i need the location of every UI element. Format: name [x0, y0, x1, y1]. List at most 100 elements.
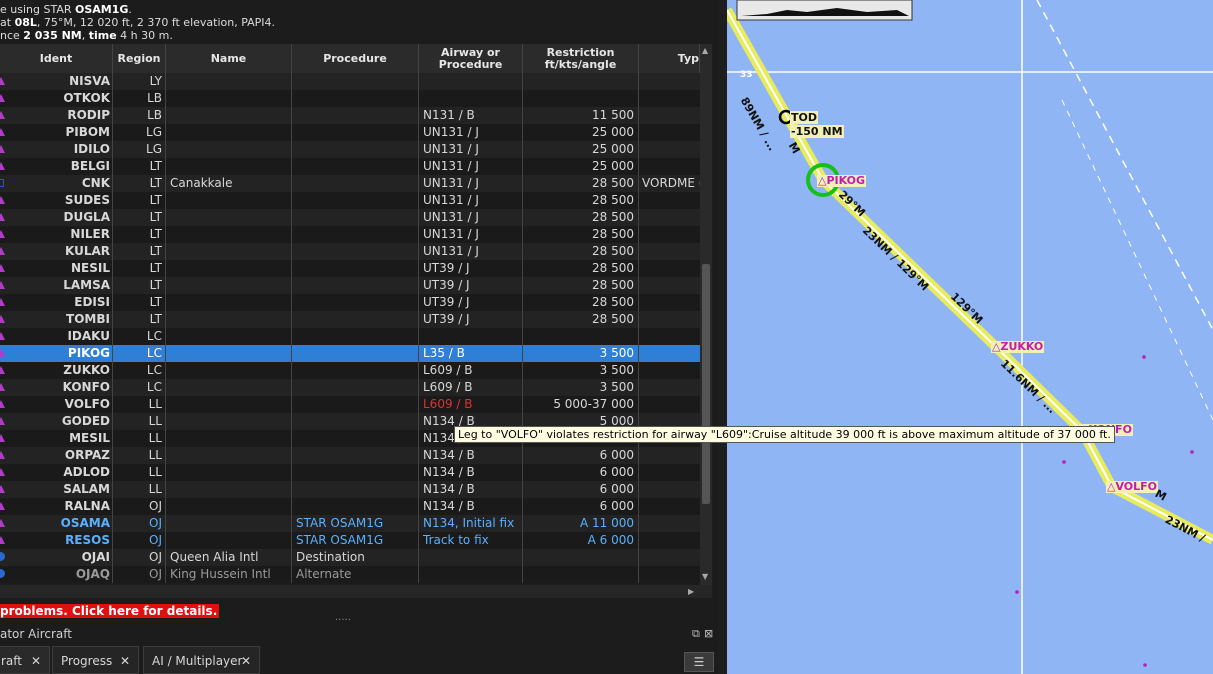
waypoint-icon — [0, 311, 8, 328]
restriction-cell: 28 500 — [523, 260, 639, 277]
table-row[interactable]: NILER LT UN131 / J 28 500 — [0, 226, 700, 243]
ident-cell: NILER — [8, 226, 113, 243]
ident-cell: CNK — [8, 175, 113, 192]
region-cell: LC — [113, 362, 166, 379]
table-row[interactable]: RESOS OJ STAR OSAM1G Track to fix A 6 000 — [0, 532, 700, 549]
scroll-down-icon[interactable]: ▼ — [702, 572, 708, 581]
table-row[interactable]: OSAMA OJ STAR OSAM1G N134, Initial fix A 11 … — [0, 515, 700, 532]
table-row[interactable]: PIBOM LG UN131 / J 25 000 — [0, 124, 700, 141]
error-banner[interactable]: problems. Click here for details. — [0, 604, 220, 618]
name-cell — [166, 209, 292, 226]
close-tab-icon[interactable]: ✕ — [31, 647, 41, 674]
column-header-name[interactable]: Name — [166, 44, 292, 73]
waypoint-icon — [0, 430, 8, 447]
waypoint-volfo[interactable]: △VOLFO — [1106, 481, 1159, 493]
table-row[interactable]: VOLFO LL L609 / B5 000-37 000 — [0, 396, 700, 413]
float-icon[interactable]: ⧉ — [692, 624, 700, 644]
table-row[interactable]: DUGLA LT UN131 / J 28 500 — [0, 209, 700, 226]
table-row[interactable]: SALAM LL N134 / B6 000 — [0, 481, 700, 498]
type-cell — [639, 124, 700, 141]
scroll-right-icon[interactable]: ▶ — [688, 585, 694, 598]
region-cell: LL — [113, 447, 166, 464]
close-tab-icon[interactable]: ✕ — [120, 647, 130, 674]
waypoint-icon — [0, 90, 8, 107]
name-cell — [166, 243, 292, 260]
ident-cell: EDISI — [8, 294, 113, 311]
table-row[interactable]: OJAQ OJ King Hussein Intl Alternate — [0, 566, 700, 583]
map-view[interactable]: 33 89NM / ... TOD -150 NM △PIKOG 29°M M … — [727, 0, 1213, 674]
column-header-restriction[interactable]: Restriction ft/kts/angle — [523, 44, 639, 73]
waypoint-icon — [0, 158, 8, 175]
table-row[interactable]: RALNA OJ N134 / B6 000 — [0, 498, 700, 515]
table-row[interactable]: IDILO LG UN131 / J 25 000 — [0, 141, 700, 158]
table-row[interactable]: ZUKKO LC L609 / B3 500 — [0, 362, 700, 379]
waypoint-triangle-icon — [0, 315, 5, 323]
airway-cell — [419, 328, 523, 345]
procedure-cell — [292, 158, 419, 175]
waypoint-triangle-icon — [0, 349, 5, 357]
table-row[interactable]: BELGI LT UN131 / J 25 000 — [0, 158, 700, 175]
procedure-cell — [292, 379, 419, 396]
type-cell — [639, 362, 700, 379]
table-row[interactable]: OJAI OJ Queen Alia Intl Destination — [0, 549, 700, 566]
waypoint-pikog[interactable]: △PIKOG — [817, 175, 867, 187]
ident-cell: PIKOG — [8, 345, 113, 362]
name-cell — [166, 413, 292, 430]
table-row[interactable]: TOMBI LT UT39 / J 28 500 — [0, 311, 700, 328]
name-cell — [166, 226, 292, 243]
vor-icon — [0, 179, 4, 187]
waypoint-icon — [0, 175, 8, 192]
type-cell — [639, 498, 700, 515]
name-cell — [166, 158, 292, 175]
table-row[interactable]: NISVA LY — [0, 73, 700, 90]
table-row[interactable]: NESIL LT UT39 / J 28 500 — [0, 260, 700, 277]
close-icon[interactable]: ⊠ — [704, 624, 713, 644]
table-row[interactable]: KONFO LC L609 / B3 500 — [0, 379, 700, 396]
tab-list-button[interactable]: ☰ — [684, 652, 714, 672]
ident-cell: IDAKU — [8, 328, 113, 345]
column-header-airway[interactable]: Airway or Procedure — [419, 44, 523, 73]
column-header-procedure[interactable]: Procedure — [292, 44, 419, 73]
tab-aircraft[interactable]: raft ✕ — [0, 646, 50, 674]
restriction-cell: 6 000 — [523, 498, 639, 515]
scrollbar-thumb[interactable] — [702, 264, 710, 504]
procedure-cell — [292, 141, 419, 158]
column-header-ident[interactable]: Ident — [0, 44, 113, 73]
airway-cell: L35 / B — [419, 345, 523, 362]
procedure-cell — [292, 464, 419, 481]
column-header-type[interactable]: Typ — [639, 44, 700, 73]
type-cell — [639, 549, 700, 566]
table-row[interactable]: ORPAZ LL N134 / B6 000 — [0, 447, 700, 464]
waypoint-zukko[interactable]: △ZUKKO — [991, 341, 1045, 353]
airway-cell: UN131 / J — [419, 175, 523, 192]
type-cell — [639, 515, 700, 532]
column-header-region[interactable]: Region — [113, 44, 166, 73]
table-row[interactable]: CNK LT Canakkale UN131 / J 28 500 VORDME ( — [0, 175, 700, 192]
table-row[interactable]: OTKOK LB — [0, 90, 700, 107]
table-row[interactable]: KULAR LT UN131 / J 28 500 — [0, 243, 700, 260]
airway-cell: UN131 / J — [419, 158, 523, 175]
name-cell — [166, 396, 292, 413]
waypoint-icon — [0, 447, 8, 464]
table-row[interactable]: LAMSA LT UT39 / J 28 500 — [0, 277, 700, 294]
table-row[interactable]: SUDES LT UN131 / J 28 500 — [0, 192, 700, 209]
waypoint-icon — [0, 192, 8, 209]
horizontal-scrollbar[interactable]: ▶ — [0, 585, 712, 598]
table-row[interactable]: IDAKU LC — [0, 328, 700, 345]
waypoint-triangle-icon — [0, 247, 5, 255]
table-row[interactable]: EDISI LT UT39 / J 28 500 — [0, 294, 700, 311]
vertical-scrollbar[interactable]: ▲ ▼ — [700, 44, 712, 585]
close-tab-icon[interactable]: ✕ — [241, 647, 251, 674]
panel-splitter[interactable] — [718, 0, 727, 674]
name-cell — [166, 192, 292, 209]
tab-progress[interactable]: Progress ✕ — [52, 646, 139, 674]
name-cell — [166, 430, 292, 447]
resize-grip[interactable]: ..... — [335, 612, 351, 623]
table-row[interactable]: ADLOD LL N134 / B6 000 — [0, 464, 700, 481]
table-row[interactable]: RODIP LB N131 / B 11 500 — [0, 107, 700, 124]
tab-ai-multiplayer[interactable]: AI / Multiplayer ✕ — [143, 646, 260, 674]
table-row[interactable]: PIKOG LC L35 / B3 500 — [0, 345, 700, 362]
waypoint-triangle-icon — [0, 145, 5, 153]
scroll-up-icon[interactable]: ▲ — [702, 46, 708, 55]
waypoint-icon — [0, 515, 8, 532]
